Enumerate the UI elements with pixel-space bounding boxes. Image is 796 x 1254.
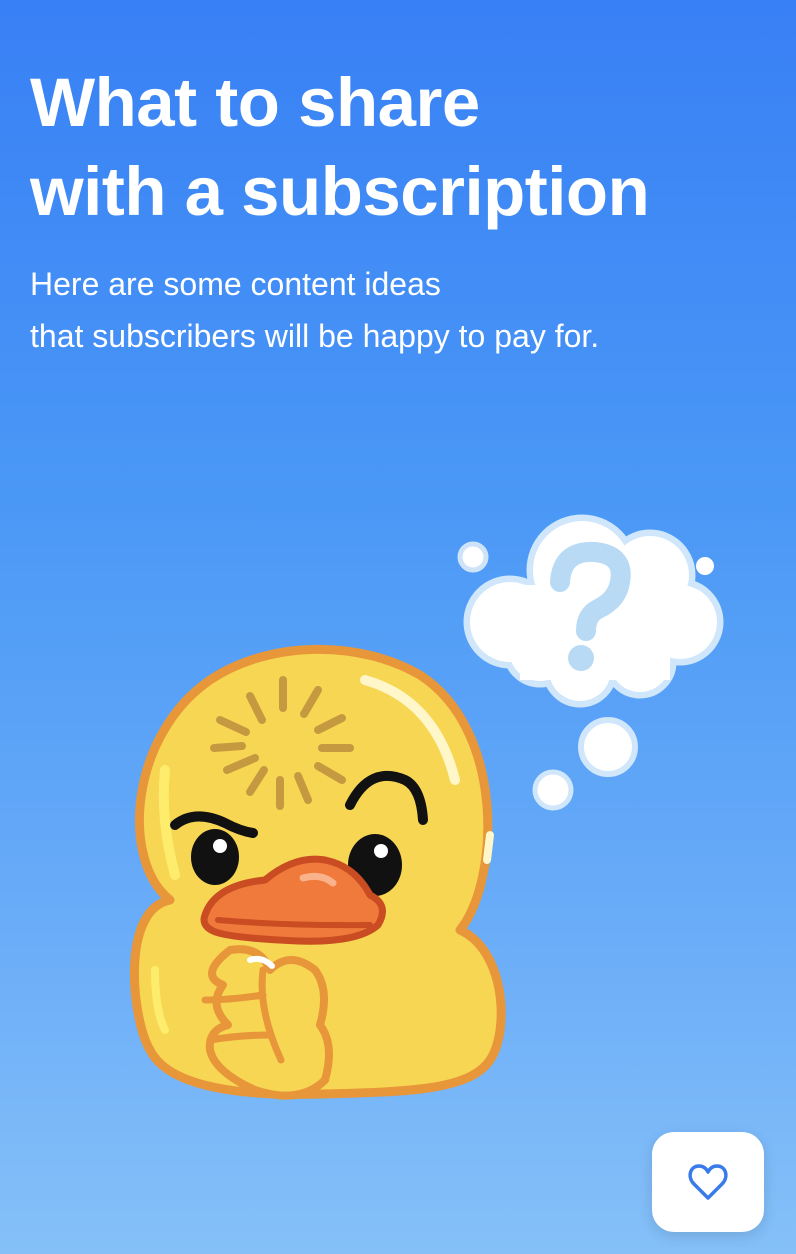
page-subtitle: Here are some content ideas that subscri… [30,258,770,362]
subscription-ideas-screen: What to share with a subscription Here a… [0,0,796,1254]
page-title-line-1: What to share [30,64,480,141]
heart-button[interactable] [652,1132,764,1232]
heart-icon [688,1164,728,1200]
page-title-line-2: with a subscription [30,153,650,230]
page-title: What to share with a subscription [30,58,770,236]
thinking-duck-icon [129,514,724,1100]
question-cloud-icon [457,514,724,811]
duck-body [129,644,506,1100]
page-subtitle-line-2: that subscribers will be happy to pay fo… [30,318,600,354]
page-subtitle-line-1: Here are some content ideas [30,266,441,302]
